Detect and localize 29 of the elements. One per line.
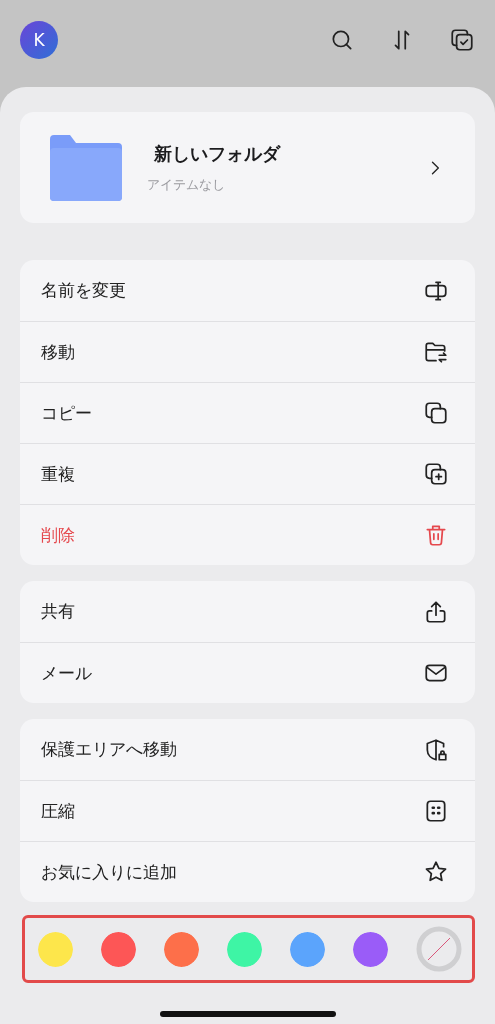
menu-item[interactable]: 名前を変更 <box>20 260 475 321</box>
folder-icon <box>50 134 122 201</box>
folder-name: 新しいフォルダ <box>153 141 282 166</box>
menu-item[interactable]: 削除 <box>20 504 475 565</box>
folder-card[interactable]: 新しいフォルダ アイテムなし <box>20 112 475 223</box>
avatar[interactable]: K <box>20 20 58 59</box>
menu-item[interactable]: メール <box>20 642 475 703</box>
menu-item[interactable]: 重複 <box>20 443 475 504</box>
color-tag[interactable] <box>290 931 325 967</box>
menu-item[interactable]: 共有 <box>20 581 475 642</box>
color-tag[interactable] <box>38 931 73 967</box>
color-tag[interactable] <box>164 931 199 967</box>
color-tag[interactable] <box>353 931 388 967</box>
color-tag[interactable] <box>101 931 136 967</box>
menu-item[interactable]: コピー <box>20 382 475 443</box>
folder-subtitle: アイテムなし <box>147 175 226 194</box>
menu-item[interactable]: 移動 <box>20 321 475 382</box>
copy-icon <box>423 400 449 426</box>
no-color-tag[interactable] <box>416 926 462 972</box>
duplicate-plus-icon <box>423 461 449 487</box>
checkbox-stack-icon[interactable] <box>449 26 475 53</box>
shield-lock-icon <box>423 736 449 763</box>
folder-arrows-icon <box>423 339 449 365</box>
menu-item[interactable]: 圧縮 <box>20 780 475 841</box>
color-tag[interactable] <box>227 931 262 967</box>
menu-item[interactable]: 保護エリアへ移動 <box>20 719 475 780</box>
trash-icon <box>423 522 449 548</box>
archive-icon <box>423 798 449 824</box>
menu-item[interactable]: お気に入りに追加 <box>20 841 475 902</box>
